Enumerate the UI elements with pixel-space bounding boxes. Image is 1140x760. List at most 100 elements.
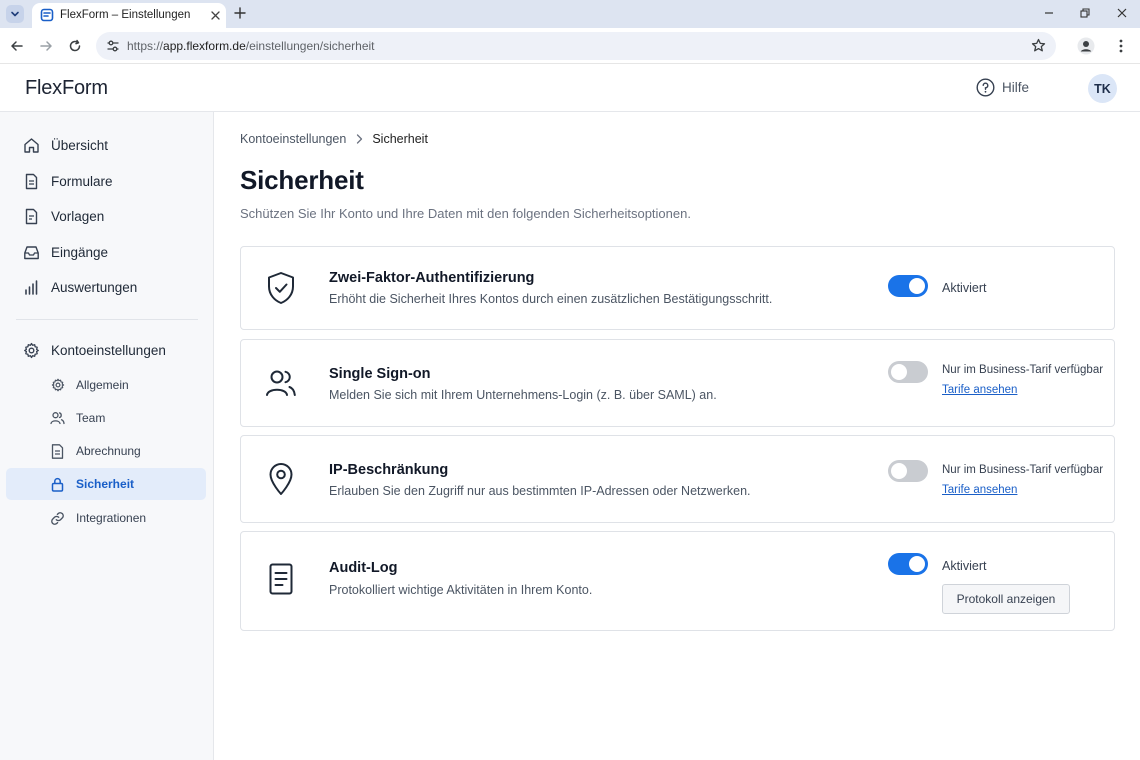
account-icon <box>1077 37 1095 55</box>
sidebar-subitem-label: Sicherheit <box>76 477 135 491</box>
gear-icon <box>50 378 65 393</box>
page-subtitle: Schützen Sie Ihr Konto und Ihre Daten mi… <box>240 206 691 221</box>
page-title: Sicherheit <box>240 165 364 195</box>
document-icon <box>263 561 299 597</box>
help-label: Hilfe <box>1002 80 1030 95</box>
back-button[interactable] <box>8 37 26 55</box>
card-title: Audit-Log <box>329 560 398 576</box>
view-plans-link[interactable]: Tarife ansehen <box>942 384 1017 396</box>
profile-button[interactable] <box>1076 36 1096 56</box>
sidebar-subitem-sicherheit[interactable]: Sicherheit <box>6 468 206 500</box>
toggle-knob <box>891 463 907 479</box>
toggle-knob <box>909 556 925 572</box>
view-log-button[interactable]: Protokoll anzeigen <box>942 584 1070 614</box>
card-description: Melden Sie sich mit Ihrem Unternehmens-L… <box>329 388 717 402</box>
availability-note: Nur im Business-Tarif verfügbar <box>942 364 1104 376</box>
sidebar-item-formulare[interactable]: Formulare <box>12 165 202 197</box>
card-title: IP-Beschränkung <box>329 462 449 478</box>
address-bar[interactable]: https://app.flexform.de/einstellungen/si… <box>96 32 1056 60</box>
card-title: Single Sign-on <box>329 366 431 382</box>
sidebar-subitem-team[interactable]: Team <box>6 402 206 434</box>
sidebar-item-label: Auswertungen <box>51 279 138 295</box>
view-plans-link[interactable]: Tarife ansehen <box>942 484 1017 496</box>
card-description: Protokolliert wichtige Aktivitäten in Ih… <box>329 583 593 597</box>
browser-menu-button[interactable] <box>1114 37 1128 55</box>
sidebar-subitem-abrechnung[interactable]: Abrechnung <box>6 435 206 467</box>
tab-title: FlexForm – Einstellungen <box>60 9 191 21</box>
browser-toolbar: https://app.flexform.de/einstellungen/si… <box>0 28 1140 64</box>
status-label: Aktiviert <box>942 559 987 573</box>
bar-chart-icon <box>22 278 40 296</box>
sidebar-item-label: Eingänge <box>51 244 109 260</box>
sidebar-section-label: Kontoeinstellungen <box>51 342 166 358</box>
toggle-knob <box>891 364 907 380</box>
sidebar-subitem-label: Team <box>76 411 106 425</box>
url-path: /einstellungen/sicherheit <box>245 39 375 53</box>
more-vertical-icon <box>1119 39 1123 53</box>
template-icon <box>22 207 40 225</box>
sidebar: Übersicht Formulare Vorlagen Eingänge Au… <box>0 112 214 760</box>
chevron-down-icon <box>11 11 19 17</box>
availability-note: Nur im Business-Tarif verfügbar <box>942 464 1104 476</box>
plus-icon <box>234 7 246 19</box>
sidebar-subitem-integrationen[interactable]: Integrationen <box>6 502 206 534</box>
audit-log-toggle[interactable] <box>888 553 928 575</box>
tab-search-button[interactable] <box>6 5 24 23</box>
sidebar-item-label: Vorlagen <box>51 208 105 224</box>
sidebar-item-uebersicht[interactable]: Übersicht <box>12 129 202 161</box>
link-icon <box>50 511 65 526</box>
sidebar-item-auswertungen[interactable]: Auswertungen <box>12 271 202 303</box>
site-settings-icon[interactable] <box>106 39 120 58</box>
status-label: Aktiviert <box>942 281 987 295</box>
card-single-sign-on: Single Sign-on Melden Sie sich mit Ihrem… <box>240 339 1115 427</box>
gear-icon <box>22 341 40 359</box>
restore-button[interactable] <box>1078 6 1092 20</box>
sidebar-item-label: Formulare <box>51 173 113 189</box>
new-tab-button[interactable] <box>232 5 248 21</box>
restore-icon <box>1080 8 1090 18</box>
reload-button[interactable] <box>66 37 84 55</box>
url-text: https://app.flexform.de/einstellungen/si… <box>127 39 375 53</box>
app-header: FlexForm Hilfe TK <box>0 64 1140 112</box>
help-button[interactable]: Hilfe <box>976 78 1029 97</box>
close-icon <box>1117 8 1127 18</box>
forward-button[interactable] <box>37 37 55 55</box>
tab-close-icon[interactable] <box>208 8 222 22</box>
users-icon <box>50 411 65 426</box>
app-logo[interactable]: FlexForm <box>25 77 108 100</box>
card-description: Erhöht die Sicherheit Ihres Kontos durch… <box>329 292 773 306</box>
url-host: app.flexform.de <box>163 39 246 53</box>
sidebar-subitem-label: Integrationen <box>76 511 147 525</box>
arrow-right-icon <box>40 41 52 51</box>
breadcrumb-parent-link[interactable]: Kontoeinstellungen <box>240 132 346 146</box>
help-circle-icon <box>976 78 995 97</box>
sidebar-item-label: Übersicht <box>51 137 109 153</box>
reload-icon <box>69 39 81 52</box>
card-two-factor: Zwei-Faktor-Authentifizierung Erhöht die… <box>240 246 1115 330</box>
toggle-knob <box>909 278 925 294</box>
sidebar-item-kontoeinstellungen[interactable]: Kontoeinstellungen <box>12 334 202 366</box>
flexform-favicon-icon <box>40 8 54 27</box>
lock-icon <box>50 477 65 492</box>
minimize-button[interactable] <box>1042 6 1056 20</box>
arrow-left-icon <box>11 41 23 51</box>
sidebar-item-eingaenge[interactable]: Eingänge <box>12 236 202 268</box>
form-icon <box>22 172 40 190</box>
browser-tab[interactable]: FlexForm – Einstellungen <box>32 3 226 28</box>
sidebar-item-vorlagen[interactable]: Vorlagen <box>12 200 202 232</box>
sidebar-subitem-allgemein[interactable]: Allgemein <box>6 369 206 401</box>
home-icon <box>22 136 40 154</box>
card-audit-log: Audit-Log Protokolliert wichtige Aktivit… <box>240 531 1115 631</box>
bookmark-star-icon[interactable] <box>1031 38 1046 58</box>
two-factor-toggle[interactable] <box>888 275 928 297</box>
ip-restriction-toggle[interactable] <box>888 460 928 482</box>
minimize-icon <box>1045 12 1053 14</box>
sidebar-subitem-label: Allgemein <box>76 378 129 392</box>
sso-toggle[interactable] <box>888 361 928 383</box>
sidebar-divider <box>16 319 198 320</box>
user-avatar[interactable]: TK <box>1088 74 1117 103</box>
shield-check-icon <box>263 270 299 306</box>
breadcrumb-current: Sicherheit <box>372 132 428 146</box>
breadcrumb: Kontoeinstellungen Sicherheit <box>240 132 428 146</box>
close-window-button[interactable] <box>1115 6 1129 20</box>
